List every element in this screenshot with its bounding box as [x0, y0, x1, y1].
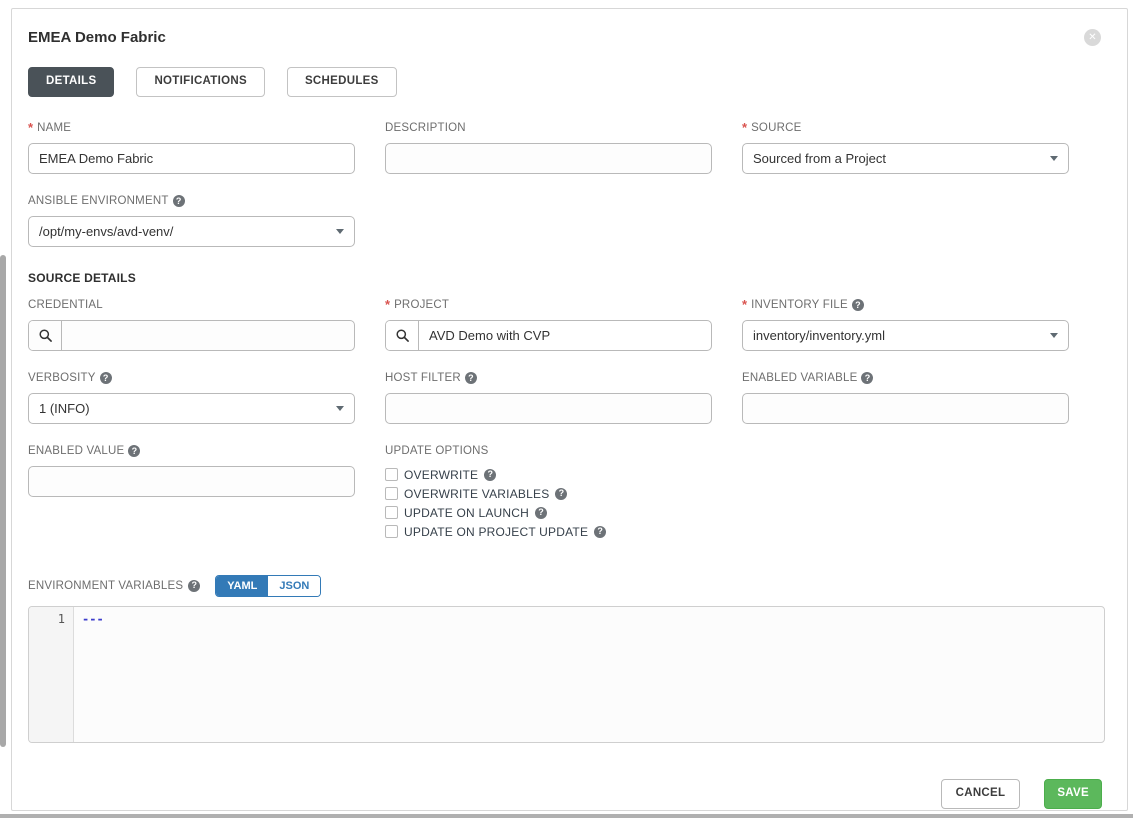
enabled-variable-label: ENABLED VARIABLE: [742, 372, 857, 384]
ansible-environment-dropdown-value: /opt/my-envs/avd-venv/: [39, 224, 173, 239]
format-toggle: YAML JSON: [215, 575, 321, 597]
inventory-source-edit-panel: EMEA Demo Fabric ✕ DETAILS NOTIFICATIONS…: [11, 8, 1128, 811]
enabled-value-label: ENABLED VALUE: [28, 445, 124, 457]
credential-input[interactable]: [62, 321, 354, 350]
line-number: 1: [29, 612, 65, 626]
source-dropdown-value: Sourced from a Project: [753, 151, 886, 166]
name-input[interactable]: [28, 143, 355, 174]
enabled-value-field-group: ENABLED VALUE ?: [28, 445, 355, 544]
help-icon[interactable]: ?: [173, 195, 185, 207]
project-lookup-button[interactable]: [386, 321, 419, 350]
update-on-launch-checkbox[interactable]: [385, 506, 398, 519]
ansible-environment-label: ANSIBLE ENVIRONMENT: [28, 195, 169, 207]
overwrite-variables-option: OVERWRITE VARIABLES ?: [385, 487, 712, 501]
host-filter-label: HOST FILTER: [385, 372, 461, 384]
help-icon[interactable]: ?: [484, 469, 496, 481]
help-icon[interactable]: ?: [465, 372, 477, 384]
tab-notifications[interactable]: NOTIFICATIONS: [136, 67, 265, 97]
enabled-value-input[interactable]: [28, 466, 355, 497]
editor-line-number-gutter: 1: [29, 607, 74, 742]
credential-lookup-button[interactable]: [29, 321, 62, 350]
update-options-label: UPDATE OPTIONS: [385, 445, 489, 457]
update-on-project-update-option: UPDATE ON PROJECT UPDATE ?: [385, 525, 712, 539]
host-filter-field-group: HOST FILTER ?: [385, 372, 712, 424]
enabled-variable-field-group: ENABLED VARIABLE ?: [742, 372, 1069, 424]
inventory-file-dropdown-value: inventory/inventory.yml: [753, 328, 885, 343]
form-footer: CANCEL SAVE: [28, 779, 1102, 809]
environment-variables-editor[interactable]: 1 ---: [28, 606, 1105, 743]
close-button[interactable]: ✕: [1084, 29, 1101, 46]
host-filter-input[interactable]: [385, 393, 712, 424]
json-toggle-button[interactable]: JSON: [268, 576, 320, 596]
source-field-group: * SOURCE Sourced from a Project: [742, 122, 1069, 174]
required-star: *: [28, 123, 33, 133]
verbosity-dropdown[interactable]: 1 (INFO): [28, 393, 355, 424]
inventory-file-dropdown[interactable]: inventory/inventory.yml: [742, 320, 1069, 351]
required-star: *: [385, 300, 390, 310]
description-field-group: DESCRIPTION: [385, 122, 712, 174]
inventory-file-field-group: * INVENTORY FILE ? inventory/inventory.y…: [742, 299, 1069, 351]
name-field-group: * NAME: [28, 122, 355, 174]
chevron-down-icon: [1050, 156, 1058, 161]
help-icon[interactable]: ?: [594, 526, 606, 538]
verbosity-field-group: VERBOSITY ? 1 (INFO): [28, 372, 355, 424]
name-label: NAME: [37, 122, 71, 134]
help-icon[interactable]: ?: [852, 299, 864, 311]
inventory-file-label: INVENTORY FILE: [751, 299, 848, 311]
update-options-group: UPDATE OPTIONS OVERWRITE ? OVERWRITE VAR…: [385, 445, 712, 544]
overwrite-option: OVERWRITE ?: [385, 468, 712, 482]
chevron-down-icon: [336, 229, 344, 234]
verbosity-dropdown-value: 1 (INFO): [39, 401, 90, 416]
source-label: SOURCE: [751, 122, 801, 134]
enabled-variable-input[interactable]: [742, 393, 1069, 424]
credential-field-group: CREDENTIAL: [28, 299, 355, 351]
project-field-group: * PROJECT: [385, 299, 712, 351]
tab-details[interactable]: DETAILS: [28, 67, 114, 97]
environment-variables-header: ENVIRONMENT VARIABLES ? YAML JSON: [28, 575, 1107, 597]
save-button[interactable]: SAVE: [1044, 779, 1102, 809]
overwrite-checkbox[interactable]: [385, 468, 398, 481]
vertical-scrollbar-thumb[interactable]: [0, 255, 6, 747]
help-icon[interactable]: ?: [100, 372, 112, 384]
chevron-down-icon: [336, 406, 344, 411]
overwrite-label: OVERWRITE: [404, 468, 478, 482]
ansible-environment-field-group: ANSIBLE ENVIRONMENT ? /opt/my-envs/avd-v…: [28, 195, 355, 247]
search-icon: [39, 329, 52, 342]
verbosity-label: VERBOSITY: [28, 372, 96, 384]
update-on-launch-label: UPDATE ON LAUNCH: [404, 506, 529, 520]
help-icon[interactable]: ?: [535, 507, 547, 519]
update-on-launch-option: UPDATE ON LAUNCH ?: [385, 506, 712, 520]
search-icon: [396, 329, 409, 342]
chevron-down-icon: [1050, 333, 1058, 338]
required-star: *: [742, 123, 747, 133]
help-icon[interactable]: ?: [188, 580, 200, 592]
help-icon[interactable]: ?: [555, 488, 567, 500]
update-on-project-update-checkbox[interactable]: [385, 525, 398, 538]
credential-label: CREDENTIAL: [28, 299, 103, 311]
environment-variables-label: ENVIRONMENT VARIABLES: [28, 580, 183, 592]
overwrite-variables-label: OVERWRITE VARIABLES: [404, 487, 549, 501]
source-dropdown[interactable]: Sourced from a Project: [742, 143, 1069, 174]
editor-content[interactable]: ---: [74, 607, 1104, 742]
required-star: *: [742, 300, 747, 310]
source-details-section-header: SOURCE DETAILS: [28, 271, 1107, 285]
project-label: PROJECT: [394, 299, 449, 311]
yaml-toggle-button[interactable]: YAML: [216, 576, 268, 596]
overwrite-variables-checkbox[interactable]: [385, 487, 398, 500]
page-title: EMEA Demo Fabric: [28, 27, 166, 46]
panel-header: EMEA Demo Fabric ✕: [28, 27, 1107, 46]
description-input[interactable]: [385, 143, 712, 174]
tab-bar: DETAILS NOTIFICATIONS SCHEDULES: [28, 67, 1107, 97]
update-on-project-update-label: UPDATE ON PROJECT UPDATE: [404, 525, 588, 539]
tab-schedules[interactable]: SCHEDULES: [287, 67, 397, 97]
details-form: * NAME DESCRIPTION * SOURCE Sourced from…: [28, 122, 1107, 743]
cancel-button[interactable]: CANCEL: [941, 779, 1021, 809]
ansible-environment-dropdown[interactable]: /opt/my-envs/avd-venv/: [28, 216, 355, 247]
description-label: DESCRIPTION: [385, 122, 466, 134]
help-icon[interactable]: ?: [128, 445, 140, 457]
horizontal-scrollbar[interactable]: [0, 814, 1133, 818]
close-icon: ✕: [1088, 33, 1096, 43]
project-input[interactable]: [419, 321, 711, 350]
help-icon[interactable]: ?: [861, 372, 873, 384]
